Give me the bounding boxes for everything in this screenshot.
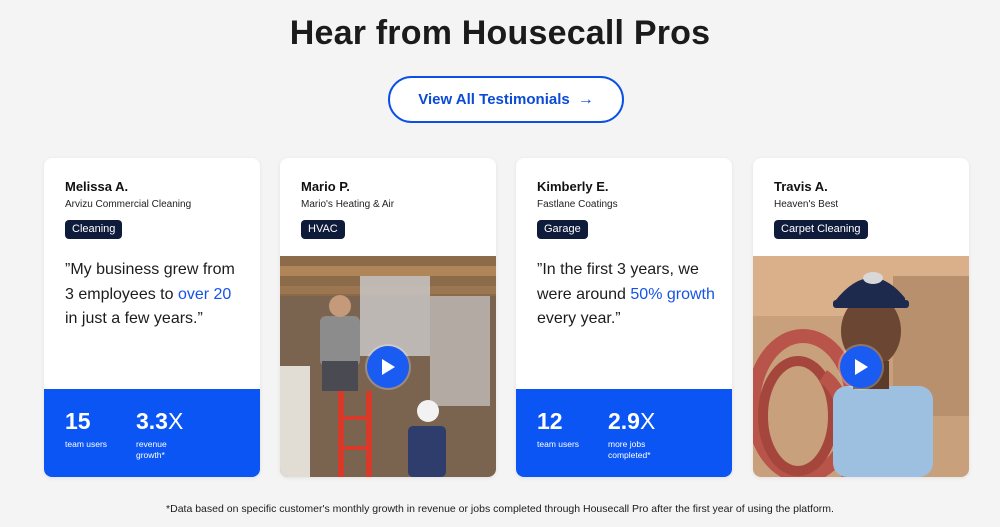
stat-value: 15	[65, 408, 91, 434]
page-title: Hear from Housecall Pros	[289, 14, 711, 52]
stat-team-users: 15 team users	[65, 409, 125, 450]
stat-revenue-growth: 3.3X revenue growth*	[136, 409, 196, 461]
testimonial-card-kimberly: Kimberly E. Fastlane Coatings Garage ”In…	[516, 158, 732, 477]
stat-label: revenue growth*	[136, 439, 167, 460]
industry-tag: Cleaning	[65, 220, 123, 239]
play-icon[interactable]	[367, 345, 409, 388]
quote-text-end: every year.”	[537, 310, 621, 327]
view-all-testimonials-label: View All Testimonials	[418, 91, 570, 108]
company-name: Heaven's Best	[774, 199, 839, 210]
stat-suffix: X	[639, 408, 656, 434]
stat-label: team users	[65, 439, 108, 449]
company-name: Fastlane Coatings	[537, 199, 618, 210]
customer-name: Mario P.	[301, 179, 350, 194]
stat-label: team users	[537, 439, 580, 449]
quote-text-end: in just a few years.”	[65, 310, 203, 327]
stat-more-jobs: 2.9X more jobs completed*	[608, 409, 668, 461]
testimonial-quote: ”In the first 3 years, we were around 50…	[537, 258, 717, 332]
testimonial-quote: ”My business grew from 3 employees to ov…	[65, 258, 245, 332]
video-thumbnail[interactable]	[753, 256, 969, 477]
stat-value: 3.3	[136, 408, 168, 434]
company-name: Arvizu Commercial Cleaning	[65, 199, 192, 210]
industry-tag: Garage	[537, 220, 588, 239]
stat-team-users: 12 team users	[537, 409, 597, 450]
view-all-testimonials-button[interactable]: View All Testimonials →	[388, 76, 624, 123]
stats-panel: 15 team users 3.3X revenue growth*	[44, 389, 260, 477]
customer-name: Travis A.	[774, 179, 828, 194]
stat-suffix: X	[167, 408, 184, 434]
industry-tag: HVAC	[301, 220, 345, 239]
quote-highlight: 50% growth	[630, 285, 715, 303]
stat-label: more jobs completed*	[608, 439, 651, 460]
testimonial-card-travis: Travis A. Heaven's Best Carpet Cleaning	[753, 158, 969, 477]
customer-name: Melissa A.	[65, 179, 129, 194]
industry-tag: Carpet Cleaning	[774, 220, 868, 239]
customer-name: Kimberly E.	[537, 179, 609, 194]
testimonial-card-melissa: Melissa A. Arvizu Commercial Cleaning Cl…	[44, 158, 260, 477]
testimonial-card-mario: Mario P. Mario's Heating & Air HVAC	[280, 158, 496, 477]
arrow-right-icon: →	[577, 90, 594, 108]
stat-value: 12	[537, 408, 563, 434]
company-name: Mario's Heating & Air	[301, 199, 395, 210]
stat-value: 2.9	[608, 408, 640, 434]
stats-panel: 12 team users 2.9X more jobs completed*	[516, 389, 732, 477]
play-icon[interactable]	[840, 345, 882, 388]
video-thumbnail[interactable]	[280, 256, 496, 477]
footnote: *Data based on specific customer's month…	[166, 503, 834, 515]
quote-highlight: over 20	[177, 285, 232, 303]
